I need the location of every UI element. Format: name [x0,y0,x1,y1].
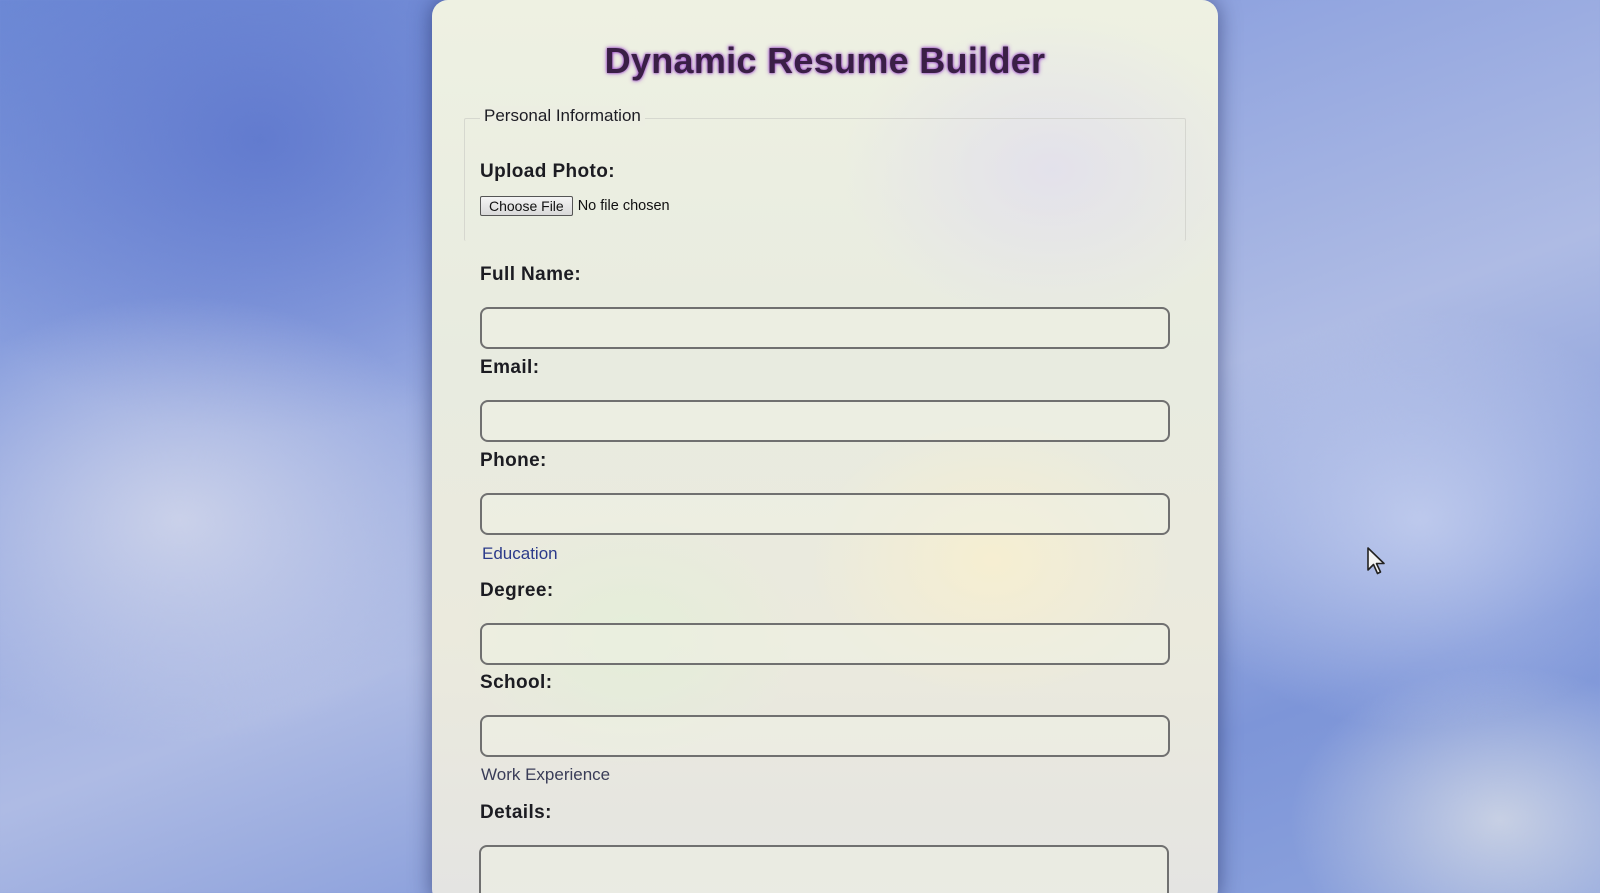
school-label: School: [480,672,553,693]
file-status-text: No file chosen [577,198,670,214]
email-label: Email: [480,357,540,378]
details-label: Details: [480,802,552,823]
personal-info-legend: Personal Information [480,106,645,126]
full-name-input[interactable] [480,307,1170,349]
photo-file-input[interactable]: Choose File No file chosen [480,196,670,216]
phone-label: Phone: [480,450,547,471]
mouse-pointer-icon [1367,547,1385,575]
choose-file-button[interactable]: Choose File [480,196,573,216]
details-textarea[interactable] [479,845,1169,893]
degree-label: Degree: [480,580,554,601]
work-experience-legend: Work Experience [481,765,611,784]
education-legend: Education [482,544,558,563]
full-name-label: Full Name: [480,264,582,285]
resume-form-card: Dynamic Resume Builder Personal Informat… [432,0,1218,893]
phone-input[interactable] [480,493,1170,535]
school-input[interactable] [480,715,1170,757]
page-title: Dynamic Resume Builder [604,40,1046,81]
email-input[interactable] [480,400,1170,442]
upload-photo-label: Upload Photo: [480,161,616,182]
degree-input[interactable] [480,623,1170,665]
